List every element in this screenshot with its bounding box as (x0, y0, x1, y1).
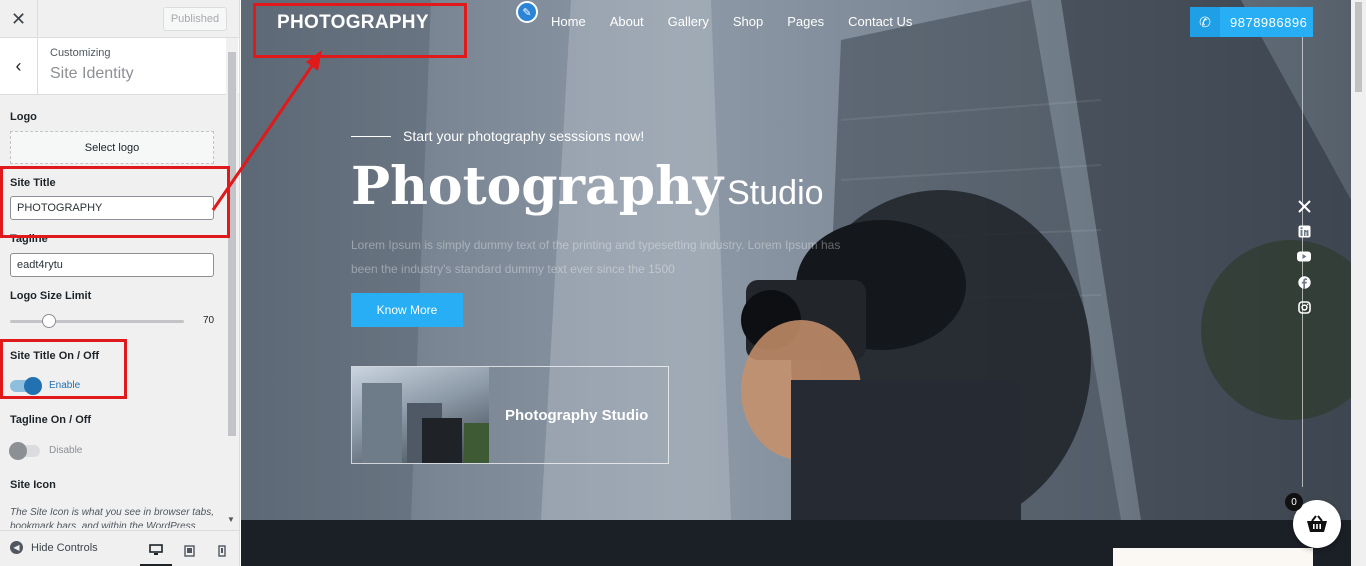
nav-home[interactable]: Home (551, 14, 586, 29)
facebook-icon[interactable] (1296, 274, 1312, 290)
kicker-line (351, 136, 391, 137)
logo-size-label: Logo Size Limit (10, 290, 92, 302)
featured-card[interactable]: Photography Studio (351, 366, 669, 464)
desktop-preview-icon[interactable] (140, 535, 172, 566)
preview-scrollbar[interactable] (1351, 0, 1366, 566)
phone-number: 9878986896 (1230, 14, 1308, 30)
panel-footer: ◀ Hide Controls (0, 530, 239, 566)
phone-icon: ✆ (1190, 7, 1220, 37)
instagram-icon[interactable] (1296, 299, 1312, 315)
logo-size-slider-track[interactable] (10, 320, 184, 323)
back-chevron-icon[interactable]: ‹ (0, 38, 38, 94)
site-icon-label: Site Icon (10, 479, 56, 491)
logo-size-slider-handle[interactable] (42, 314, 56, 328)
nav-contact-us[interactable]: Contact Us (848, 14, 912, 29)
know-more-button[interactable]: Know More (351, 293, 463, 327)
next-section-card (1113, 548, 1313, 566)
featured-card-image (352, 367, 489, 463)
highlight-site-title-field (0, 166, 230, 238)
nav-gallery[interactable]: Gallery (668, 14, 709, 29)
customizing-label: Customizing (50, 47, 111, 59)
building-shape (362, 383, 402, 463)
select-logo-button[interactable]: Select logo (10, 131, 214, 164)
site-preview: PHOTOGRAPHY ✎ Home About Gallery Shop Pa… (241, 0, 1366, 566)
highlight-preview-site-title (253, 3, 467, 58)
panel-header: ✕ Published (0, 0, 239, 38)
hero-headline-sub: Studio (727, 174, 824, 212)
youtube-icon[interactable] (1296, 248, 1312, 264)
close-icon[interactable]: ✕ (0, 0, 38, 38)
panel-scrollbar-thumb[interactable] (228, 52, 236, 436)
tagline-toggle[interactable] (9, 442, 40, 460)
tree-shape (464, 423, 489, 463)
scroll-down-arrow-icon[interactable]: ▼ (227, 515, 235, 524)
phone-contact[interactable]: ✆ 9878986896 (1190, 7, 1313, 37)
logo-size-value: 70 (203, 315, 215, 326)
customizer-panel: ✕ Published ‹ Customizing Site Identity … (0, 0, 240, 566)
collapse-arrow-icon: ◀ (10, 541, 23, 554)
featured-card-title: Photography Studio (505, 406, 649, 424)
nav-about[interactable]: About (610, 14, 644, 29)
tagline-toggle-state: Disable (49, 445, 83, 456)
section-title: Site Identity (50, 65, 134, 82)
preview-scrollbar-thumb[interactable] (1355, 2, 1362, 92)
basket-icon (1307, 515, 1327, 532)
hide-controls-button[interactable]: ◀ Hide Controls (10, 541, 98, 554)
nav-shop[interactable]: Shop (733, 14, 763, 29)
hero-headline-main: Photography (351, 156, 724, 217)
cart-count-badge: 0 (1285, 493, 1303, 511)
tagline-toggle-label: Tagline On / Off (10, 414, 92, 426)
linkedin-icon[interactable] (1296, 223, 1312, 239)
tagline-input[interactable] (10, 253, 214, 277)
highlight-site-title-toggle (0, 339, 127, 399)
tablet-preview-icon[interactable] (173, 535, 205, 566)
site-icon-description: The Site Icon is what you see in browser… (10, 507, 214, 528)
nav-pages[interactable]: Pages (787, 14, 824, 29)
hero-section: PHOTOGRAPHY ✎ Home About Gallery Shop Pa… (241, 0, 1351, 520)
edit-pencil-icon[interactable]: ✎ (516, 1, 538, 23)
hero-headline: Photography Studio (351, 156, 824, 217)
mobile-preview-icon[interactable] (206, 535, 238, 566)
x-icon[interactable] (1296, 198, 1312, 214)
section-header: ‹ Customizing Site Identity (0, 38, 239, 95)
logo-label: Logo (10, 111, 37, 123)
main-nav: Home About Gallery Shop Pages Contact Us (551, 14, 912, 29)
hide-controls-label: Hide Controls (31, 541, 98, 554)
published-button[interactable]: Published (163, 7, 227, 31)
hero-kicker: Start your photography sesssions now! (403, 128, 645, 144)
photographer-shape (422, 418, 462, 463)
hero-description: Lorem Ipsum is simply dummy text of the … (351, 238, 841, 276)
toggle-knob (9, 442, 27, 460)
